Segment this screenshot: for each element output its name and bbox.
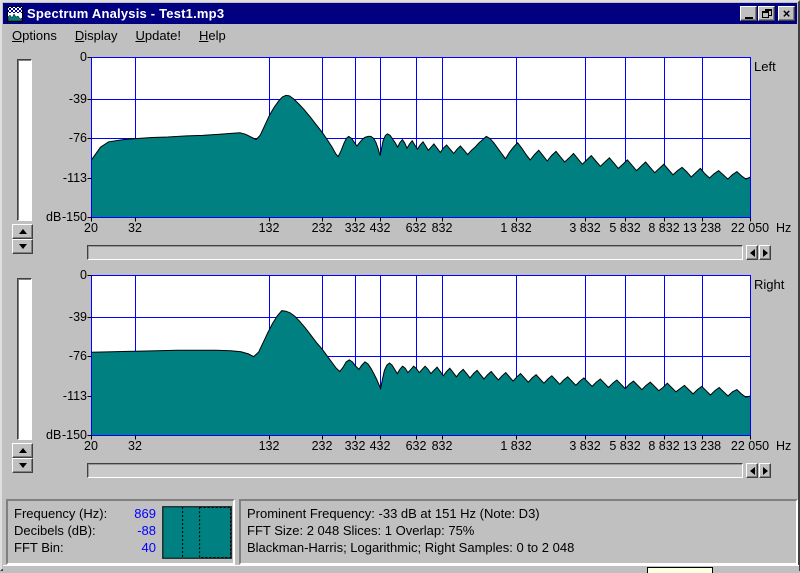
vertical-slider-track-left[interactable]	[17, 59, 32, 221]
frequency-value: 869	[102, 506, 156, 521]
horizontal-scrollbar-track-right[interactable]	[87, 463, 743, 478]
app-window: Spectrum Analysis - Test1.mp3 × Options D…	[0, 0, 800, 571]
fft-size-line: FFT Size: 2 048 Slices: 1 Overlap: 75%	[247, 523, 474, 538]
x-tick-label: 232	[292, 221, 352, 235]
spectrum-plot-left[interactable]	[87, 57, 751, 222]
slider-up-button-right[interactable]	[12, 443, 33, 458]
x-tick-label: 32	[105, 221, 165, 235]
y-axis-unit-label: dB	[46, 210, 61, 224]
x-tick-label: 5 832	[595, 221, 655, 235]
up-arrow-icon	[19, 229, 27, 234]
prominent-frequency-line: Prominent Frequency: -33 dB at 151 Hz (N…	[247, 506, 540, 521]
scroll-right-button-bottom[interactable]	[759, 463, 771, 478]
x-axis-unit-label: Hz	[776, 439, 791, 453]
restore-icon	[762, 9, 772, 18]
x-tick-label: 232	[292, 439, 352, 453]
window-controls: ×	[740, 6, 795, 21]
close-button[interactable]: ×	[778, 6, 795, 21]
spectrum-plot-right[interactable]	[87, 275, 751, 440]
menu-display[interactable]: Display	[75, 28, 118, 43]
x-tick-label: 432	[350, 221, 410, 235]
x-tick-label: 632	[386, 439, 446, 453]
x-tick-label: 22 050	[720, 221, 780, 235]
y-tick-label: -113	[40, 171, 87, 185]
left-arrow-icon	[750, 467, 755, 475]
x-tick-label: 8 832	[634, 221, 694, 235]
minimize-icon	[745, 17, 753, 19]
scroll-right-button-top[interactable]	[759, 245, 771, 260]
right-arrow-icon	[763, 467, 768, 475]
menu-bar: Options Display Update! Help	[3, 24, 797, 46]
x-tick-label: 13 238	[672, 439, 732, 453]
y-tick-label: -76	[40, 349, 87, 363]
menu-options[interactable]: Options	[12, 28, 57, 43]
close-icon: ×	[783, 7, 791, 20]
fft-bin-value: 40	[102, 540, 156, 555]
frequency-label: Frequency (Hz):	[14, 506, 107, 521]
x-tick-label: 432	[350, 439, 410, 453]
slider-down-button-right[interactable]	[12, 458, 33, 473]
x-tick-label: 32	[105, 439, 165, 453]
decibels-label: Decibels (dB):	[14, 523, 96, 538]
up-arrow-icon	[19, 448, 27, 453]
channel-label-left: Left	[754, 59, 776, 74]
y-tick-label: -113	[40, 389, 87, 403]
y-tick-label: -39	[40, 310, 87, 324]
slider-up-button-left[interactable]	[12, 224, 33, 239]
y-tick-label: -150	[40, 428, 87, 442]
scroll-left-button-top[interactable]	[746, 245, 758, 260]
x-tick-label: 832	[412, 221, 472, 235]
tooltip-sliver	[647, 567, 713, 573]
x-tick-label: 632	[386, 221, 446, 235]
x-tick-label: 332	[325, 221, 385, 235]
x-tick-label: 20	[61, 439, 121, 453]
x-tick-label: 3 832	[555, 221, 615, 235]
overview-thumbnail[interactable]	[162, 506, 232, 559]
x-tick-label: 1 832	[486, 439, 546, 453]
down-arrow-icon	[19, 244, 27, 249]
right-arrow-icon	[763, 249, 768, 257]
x-tick-label: 832	[412, 439, 472, 453]
restore-button[interactable]	[758, 6, 775, 21]
x-tick-label: 332	[325, 439, 385, 453]
window-settings-line: Blackman-Harris; Logarithmic; Right Samp…	[247, 540, 574, 555]
horizontal-scrollbar-track-left[interactable]	[87, 245, 743, 260]
scroll-left-button-bottom[interactable]	[746, 463, 758, 478]
x-axis-unit-label: Hz	[776, 221, 791, 235]
x-tick-label: 5 832	[595, 439, 655, 453]
x-tick-label: 1 832	[486, 221, 546, 235]
left-arrow-icon	[750, 249, 755, 257]
x-tick-label: 3 832	[555, 439, 615, 453]
window-title: Spectrum Analysis - Test1.mp3	[27, 6, 224, 21]
title-bar[interactable]: Spectrum Analysis - Test1.mp3 ×	[3, 3, 797, 24]
analysis-info-panel: Prominent Frequency: -33 dB at 151 Hz (N…	[239, 499, 798, 565]
slider-down-button-left[interactable]	[12, 239, 33, 254]
x-tick-label: 132	[239, 221, 299, 235]
app-icon	[7, 6, 23, 22]
decibels-value: -88	[102, 523, 156, 538]
x-tick-label: 13 238	[672, 221, 732, 235]
x-tick-label: 132	[239, 439, 299, 453]
channel-label-right: Right	[754, 277, 784, 292]
x-tick-label: 8 832	[634, 439, 694, 453]
menu-help[interactable]: Help	[199, 28, 226, 43]
y-tick-label: -76	[40, 131, 87, 145]
y-tick-label: 0	[40, 50, 87, 64]
x-tick-label: 22 050	[720, 439, 780, 453]
y-tick-label: -150	[40, 210, 87, 224]
down-arrow-icon	[19, 463, 27, 468]
x-tick-label: 20	[61, 221, 121, 235]
y-tick-label: -39	[40, 92, 87, 106]
menu-update[interactable]: Update!	[135, 28, 181, 43]
y-tick-label: 0	[40, 268, 87, 282]
fft-bin-label: FFT Bin:	[14, 540, 64, 555]
y-axis-unit-label: dB	[46, 428, 61, 442]
vertical-slider-track-right[interactable]	[17, 278, 32, 440]
minimize-button[interactable]	[740, 6, 757, 21]
